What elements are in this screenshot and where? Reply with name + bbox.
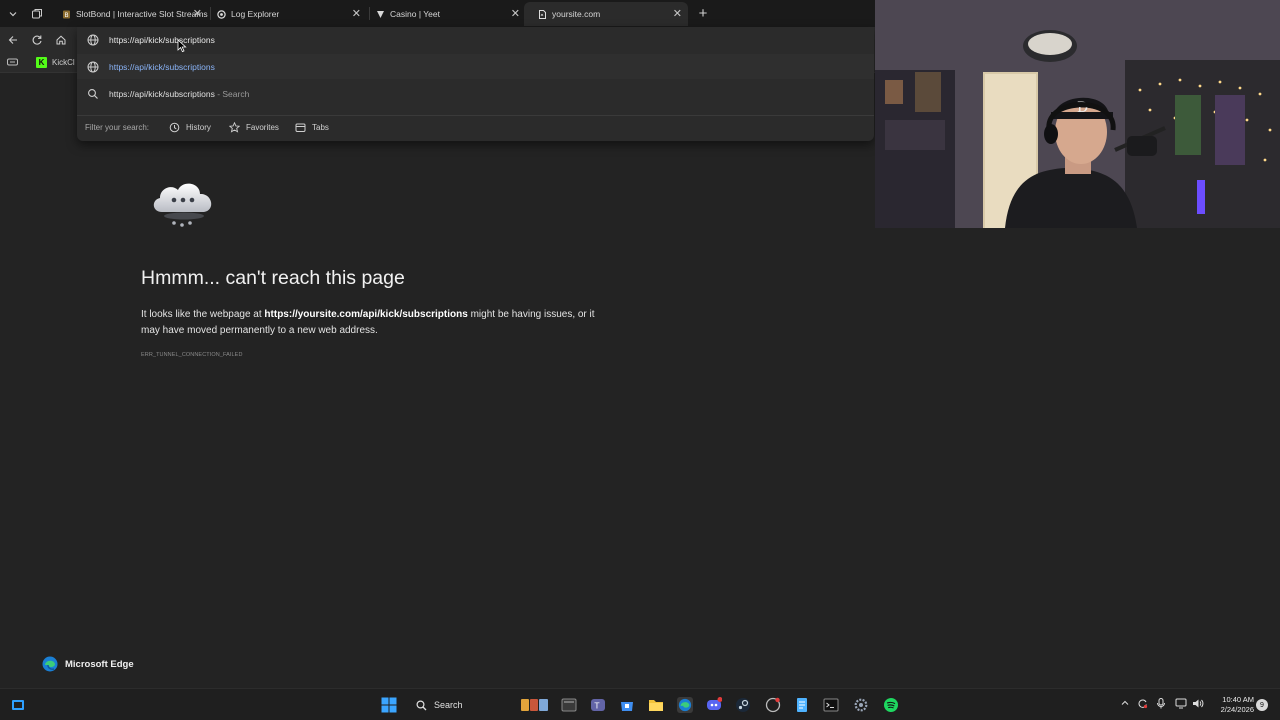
home-icon[interactable] [52, 31, 70, 49]
discord-icon[interactable] [706, 697, 722, 713]
edge-logo-icon [42, 656, 58, 672]
file-explorer-icon[interactable] [648, 697, 664, 713]
tab-label: Casino | Yeet [390, 9, 440, 19]
close-tab-icon[interactable]: ✕ [511, 7, 520, 20]
filter-tabs[interactable]: Tabs [295, 121, 329, 133]
taskbar: Search T 10:40 AM 2/24/2026 9 [0, 688, 1280, 720]
notepad-icon[interactable] [794, 697, 810, 713]
github-desktop-icon[interactable] [765, 697, 781, 713]
error-url: https://yoursite.com/api/kick/subscripti… [264, 309, 468, 320]
favorite-kick-label[interactable]: KickCl [52, 58, 75, 67]
suggestion-suffix: - Search [214, 89, 250, 99]
log-icon [217, 9, 226, 19]
system-clock[interactable]: 10:40 AM 2/24/2026 [1206, 695, 1254, 715]
error-desc-prefix: It looks like the webpage at [141, 309, 265, 320]
favorites-folder-icon[interactable] [7, 57, 18, 70]
refresh-icon[interactable] [28, 31, 46, 49]
tab-label: Log Explorer [231, 9, 280, 19]
brand-name: Microsoft Edge [65, 658, 134, 670]
globe-icon [87, 34, 99, 46]
suggestion-text: https://api/kick/subscriptions [109, 62, 215, 72]
close-tab-icon[interactable]: ✕ [673, 7, 682, 20]
workspaces-icon[interactable] [27, 4, 47, 24]
suggestion-query: https://api/kick/subscriptions [109, 89, 215, 99]
edge-brand: Microsoft Edge [42, 656, 134, 672]
terminal-app-icon[interactable] [561, 697, 577, 713]
taskbar-search[interactable]: Search [408, 695, 512, 715]
filter-label: Filter your search: [85, 123, 150, 132]
spotify-icon[interactable] [883, 697, 899, 713]
globe-icon [87, 61, 99, 73]
back-arrow-icon[interactable] [4, 31, 22, 49]
tab-label: yoursite.com [552, 9, 601, 19]
filter-history[interactable]: History [169, 121, 211, 133]
network-icon[interactable] [1175, 698, 1187, 711]
command-prompt-icon[interactable] [823, 697, 839, 713]
suggestion-search[interactable]: https://api/kick/subscriptions - Search [77, 81, 874, 106]
task-view-icon[interactable] [10, 697, 26, 713]
slot-icon: B [62, 10, 71, 19]
clock-date: 2/24/2026 [1220, 705, 1254, 714]
disconnected-cloud-icon [153, 183, 212, 227]
notification-badge[interactable]: 9 [1256, 699, 1268, 711]
webcam-overlay: D [875, 0, 1280, 228]
history-icon [169, 122, 180, 132]
tab-yoursite[interactable]: yoursite.com ✕ [524, 2, 688, 26]
chevron-up-icon[interactable] [1120, 698, 1130, 710]
address-bar[interactable]: https://api/kick/subscriptions [77, 27, 874, 53]
suggestion-text: https://api/kick/subscriptions - Search [109, 89, 249, 99]
close-tab-icon[interactable]: ✕ [352, 7, 361, 20]
microphone-icon[interactable] [1156, 698, 1166, 711]
filter-history-label: History [186, 122, 211, 132]
settings-gear-icon[interactable] [853, 697, 869, 713]
store-icon[interactable] [619, 697, 635, 713]
tab-slotbond[interactable]: B SlotBond | Interactive Slot Streams ✕ [48, 2, 208, 26]
filter-favorites-label: Favorites [246, 122, 279, 132]
filter-tabs-label: Tabs [312, 122, 329, 132]
sync-icon[interactable] [1137, 698, 1148, 711]
tab-casino-yeet[interactable]: Casino | Yeet ✕ [362, 2, 526, 26]
webcam-feed-image: D [875, 0, 1280, 228]
tab-label: SlotBond | Interactive Slot Streams [76, 9, 208, 19]
search-icon [416, 699, 427, 710]
star-icon [229, 121, 240, 133]
taskbar-search-label: Search [434, 700, 463, 710]
close-tab-icon[interactable]: ✕ [193, 7, 202, 20]
address-bar-dropdown: https://api/kick/subscriptions https://a… [77, 27, 874, 141]
tabs-icon [295, 123, 306, 132]
search-icon [88, 89, 98, 99]
tab-log-explorer[interactable]: Log Explorer ✕ [203, 2, 367, 26]
search-highlight-icon[interactable] [520, 697, 550, 713]
teams-icon[interactable]: T [590, 697, 606, 713]
error-code: ERR_TUNNEL_CONNECTION_FAILED [141, 352, 243, 358]
filter-favorites[interactable]: Favorites [229, 121, 279, 133]
windows-start-icon[interactable] [381, 697, 397, 713]
yeet-icon [376, 10, 385, 19]
steam-icon[interactable] [735, 697, 751, 713]
new-tab-plus-icon[interactable]: + [694, 4, 712, 22]
search-filter-row: Filter your search: History Favorites Ta… [77, 115, 874, 137]
edge-taskbar-icon[interactable] [677, 697, 693, 713]
address-input[interactable]: https://api/kick/subscriptions [109, 35, 215, 45]
clock-time: 10:40 AM [1222, 695, 1254, 704]
volume-icon[interactable] [1192, 698, 1204, 711]
svg-text:B: B [65, 12, 69, 19]
suggestion-url[interactable]: https://api/kick/subscriptions [77, 54, 874, 79]
page-icon [538, 9, 547, 19]
svg-text:T: T [594, 702, 600, 711]
mouse-cursor-icon [177, 39, 187, 53]
error-description: It looks like the webpage at https://you… [141, 307, 611, 339]
tab-actions-chevron-icon[interactable] [3, 4, 23, 24]
error-title: Hmmm... can't reach this page [141, 267, 405, 289]
kick-logo-icon[interactable]: K [36, 57, 47, 68]
